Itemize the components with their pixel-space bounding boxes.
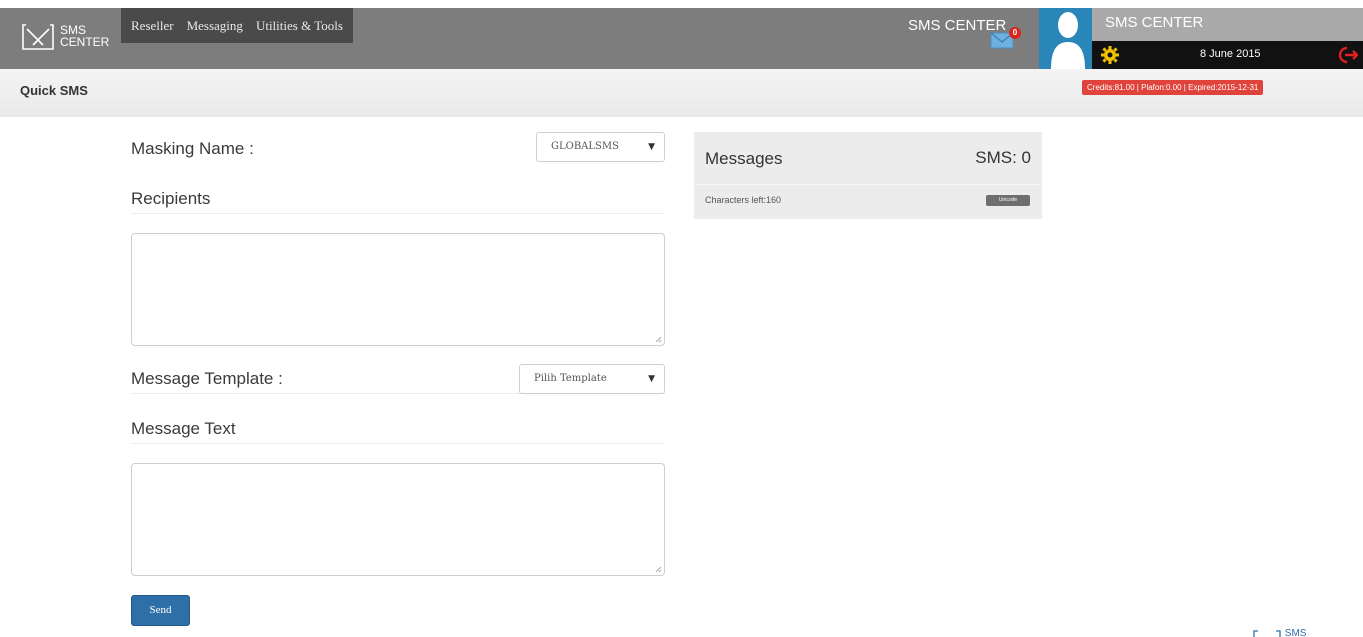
masking-name-value: GLOBALSMS: [551, 141, 619, 152]
masking-name-select[interactable]: GLOBALSMS ▼: [536, 132, 665, 162]
message-template-value: Pilih Template: [534, 373, 607, 384]
credits-badge: Credits:81.00 | Plafon:0.00 | Expired:20…: [1082, 80, 1264, 95]
nav-item-messaging[interactable]: Messaging: [187, 18, 243, 34]
footer-logo: SMS: [1252, 629, 1306, 637]
app-logo[interactable]: SMS CENTER: [20, 18, 130, 58]
messages-panel: Messages SMS: 0 Characters left:160 Unic…: [694, 132, 1042, 219]
footer-logo-text: SMS: [1284, 629, 1307, 637]
main-nav: Reseller Messaging Utilities & Tools: [121, 8, 353, 43]
mail-badge: 0: [1009, 27, 1021, 39]
recipients-input[interactable]: [131, 233, 665, 346]
resize-handle-icon[interactable]: [655, 566, 662, 573]
logo-text: SMS CENTER: [60, 24, 109, 48]
logout-icon[interactable]: [1336, 44, 1358, 66]
page-header: Quick SMS Credits:81.00 | Plafon:0.00 | …: [0, 69, 1363, 117]
logo-icon: [22, 24, 54, 50]
chevron-down-icon: ▼: [648, 142, 655, 152]
avatar[interactable]: [1039, 8, 1092, 69]
sms-count: SMS: 0: [975, 148, 1031, 167]
characters-left: Characters left:160: [705, 195, 782, 205]
message-text-input[interactable]: [131, 463, 665, 576]
logo-line-2: CENTER: [60, 35, 110, 49]
divider: [131, 443, 665, 444]
gear-icon[interactable]: [1100, 45, 1120, 65]
messages-title: Messages: [705, 149, 783, 168]
current-date: 8 June 2015: [1200, 48, 1261, 60]
recipients-label: Recipients: [131, 189, 211, 208]
message-text-label: Message Text: [131, 419, 236, 438]
send-button[interactable]: Send: [131, 595, 190, 626]
user-silhouette-icon: [1051, 12, 1085, 69]
profile-name: SMS CENTER: [1105, 14, 1204, 31]
message-template-select[interactable]: Pilih Template ▼: [519, 364, 665, 394]
message-template-label: Message Template :: [131, 369, 283, 388]
resize-handle-icon[interactable]: [655, 336, 662, 343]
chevron-down-icon: ▼: [648, 374, 655, 384]
masking-name-label: Masking Name :: [131, 139, 254, 158]
divider: [131, 213, 665, 214]
profile-toolbar: 8 June 2015: [1092, 41, 1363, 69]
nav-item-utilities-tools[interactable]: Utilities & Tools: [256, 18, 343, 34]
nav-item-reseller[interactable]: Reseller: [131, 18, 174, 34]
profile-header: SMS CENTER: [1092, 8, 1363, 41]
page-title: Quick SMS: [20, 83, 88, 98]
encoding-badge: Unicode: [986, 195, 1030, 206]
divider: [694, 184, 1042, 185]
footer-logo-icon: [1253, 630, 1281, 637]
